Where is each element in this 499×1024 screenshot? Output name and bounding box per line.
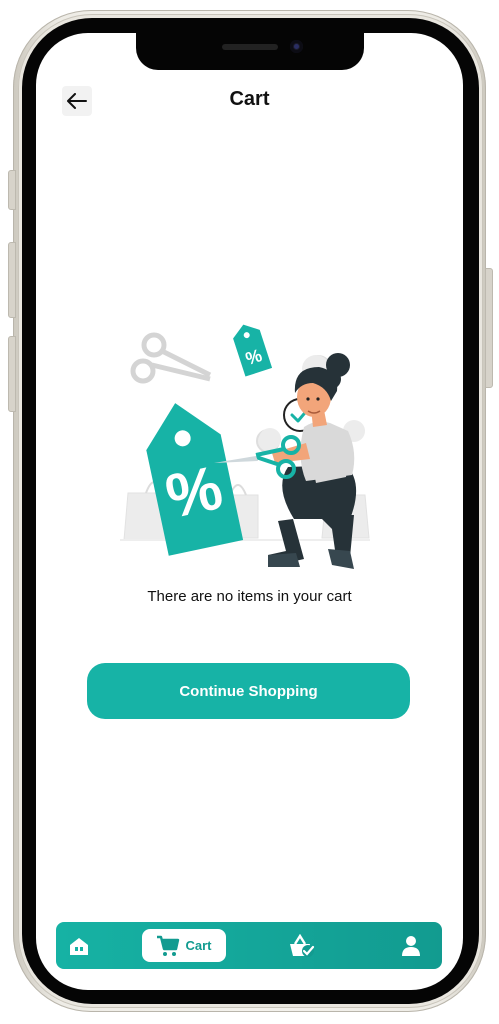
small-discount-tag: % [233,324,273,377]
empty-cart-message: There are no items in your cart [147,588,352,605]
nav-cart[interactable]: Cart [142,929,226,962]
phone-volume-up [8,242,16,318]
bottom-nav: Cart [56,922,442,969]
profile-icon [402,935,420,956]
orders-icon [290,933,315,957]
cart-icon [157,935,180,956]
nav-profile[interactable] [396,922,426,969]
scissors-illustration [130,332,212,384]
page-title: Cart [229,88,270,110]
phone-silent-switch [8,170,16,210]
notch [136,33,364,70]
empty-cart-illustration: % % [120,324,370,569]
home-icon [70,937,88,955]
nav-cart-label: Cart [185,938,212,953]
nav-home[interactable] [64,922,94,969]
continue-shopping-button[interactable]: Continue Shopping [87,663,410,719]
speaker [222,44,278,50]
phone-volume-down [8,336,16,412]
coin [259,428,281,450]
front-camera [290,40,303,53]
screen: Cart % % There are no items in your cart… [36,33,463,990]
nav-orders[interactable] [287,922,317,969]
phone-power-button [485,268,493,388]
